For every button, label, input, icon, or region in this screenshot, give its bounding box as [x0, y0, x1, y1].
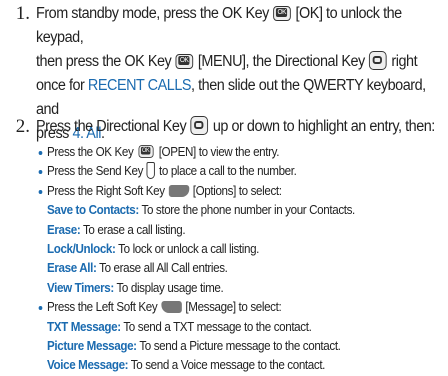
bullet-options: Press the Right Soft Key [Options] to se… [38, 182, 438, 201]
bullet-message: Press the Left Soft Key [Message] to sel… [38, 298, 438, 317]
step-number: 2. [15, 116, 30, 137]
step-1-line-2: then press the OK Key [MENU], the Direct… [36, 50, 445, 74]
left-soft-key-icon [161, 301, 182, 314]
directional-key-icon [369, 51, 387, 70]
ok-key-icon [273, 6, 292, 21]
directional-key-icon [190, 116, 209, 135]
message-item: TXT Message: To send a TXT message to th… [47, 319, 312, 334]
message-item: Voice Message: To send a Voice message t… [47, 358, 326, 373]
bullet-send: Press the Send Key to place a call to th… [38, 162, 438, 181]
step-number: 1. [15, 3, 30, 24]
option-item: Lock/Unlock: To lock or unlock a call li… [47, 241, 260, 256]
ok-key-icon [175, 54, 194, 69]
step-1: 1. From standby mode, press the OK Key [… [0, 0, 448, 142]
option-item: View Timers: To display usage time. [47, 280, 224, 295]
step-2: 2. Press the Directional Key up or down … [0, 113, 448, 375]
step-2-intro: Press the Directional Key up or down to … [36, 116, 435, 135]
step-2-bullets: Press the OK Key [OPEN] to view the entr… [38, 143, 438, 376]
step-1-line-1: From standby mode, press the OK Key [OK]… [36, 2, 445, 50]
option-item: Erase: To erase a call listing. [47, 222, 186, 237]
option-item: Erase All: To erase all All Call entries… [47, 261, 228, 276]
ok-key-icon [138, 145, 154, 158]
send-key-icon [146, 162, 156, 180]
manual-page: 1. From standby mode, press the OK Key [… [0, 0, 448, 375]
message-item: Picture Message: To send a Picture messa… [47, 338, 341, 353]
recent-calls-label: RECENT CALLS [87, 77, 192, 94]
bullet-open: Press the OK Key [OPEN] to view the entr… [38, 143, 438, 162]
right-soft-key-icon [168, 184, 189, 197]
option-item: Save to Contacts: To store the phone num… [47, 203, 355, 218]
